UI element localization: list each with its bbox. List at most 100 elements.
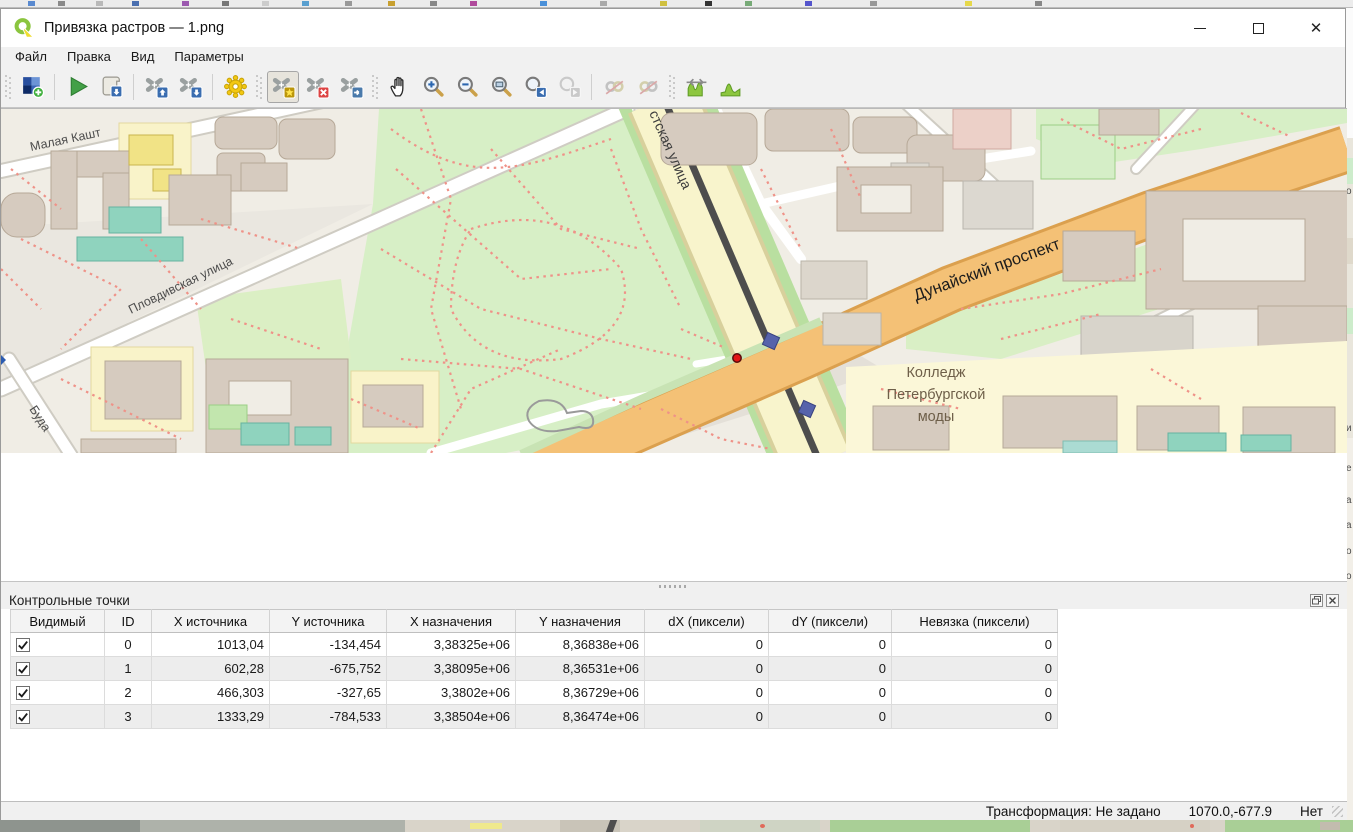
visible-checkbox[interactable] xyxy=(16,638,30,652)
zoom-last-button[interactable] xyxy=(519,71,551,103)
splitter-handle-icon xyxy=(659,585,689,588)
visible-checkbox[interactable] xyxy=(16,686,30,700)
close-icon: ✕ xyxy=(1310,21,1323,36)
column-header[interactable]: dX (пиксели) xyxy=(645,610,769,633)
toolbar-grip[interactable] xyxy=(256,75,262,99)
histogram-stretch-full-icon xyxy=(684,74,709,99)
gcp-cell-dx: 0 xyxy=(645,681,769,705)
move-point-icon xyxy=(339,74,364,99)
status-transformation: Трансформация: Не задано xyxy=(986,804,1161,819)
screen: оие ааоо Привязка растров — 1.png ✕ xyxy=(0,0,1353,832)
column-header[interactable]: X назначения xyxy=(387,610,516,633)
column-header[interactable]: Y источника xyxy=(270,610,387,633)
link-georeferencer-to-qgis-icon xyxy=(602,74,627,99)
maximize-button[interactable] xyxy=(1229,9,1287,47)
gcp-cell-x_src: 1333,29 xyxy=(152,705,270,729)
table-row[interactable]: 1602,28-675,7523,38095e+068,36531e+06000 xyxy=(11,657,1058,681)
table-row[interactable]: 31333,29-784,5333,38504e+068,36474e+0600… xyxy=(11,705,1058,729)
visible-checkbox[interactable] xyxy=(16,710,30,724)
column-header[interactable]: dY (пиксели) xyxy=(769,610,892,633)
histogram-stretch-full-button[interactable] xyxy=(680,71,712,103)
zoom-in-button[interactable] xyxy=(417,71,449,103)
gcp-cell-x_dst: 3,38095e+06 xyxy=(387,657,516,681)
table-row[interactable]: 2466,303-327,653,3802e+068,36729e+06000 xyxy=(11,681,1058,705)
gcp-cell-y_dst: 8,36531e+06 xyxy=(516,657,645,681)
add-point-button[interactable] xyxy=(267,71,299,103)
gcp-cell-dy: 0 xyxy=(769,705,892,729)
column-header[interactable]: Видимый xyxy=(11,610,105,633)
visible-checkbox[interactable] xyxy=(16,662,30,676)
gcp-table[interactable]: ВидимыйIDX источникаY источникаX назначе… xyxy=(10,609,1058,729)
gcp-cell-residual: 0 xyxy=(892,657,1058,681)
zoom-to-layer-icon xyxy=(489,74,514,99)
move-point-button[interactable] xyxy=(335,71,367,103)
load-gcp-points-button[interactable] xyxy=(140,71,172,103)
menu-settings[interactable]: Параметры xyxy=(164,48,253,65)
georeferencer-canvas[interactable]: Малая Кашт Пловдивская улица стская улиц… xyxy=(1,108,1347,581)
visible-cell xyxy=(11,705,105,729)
save-gcp-points-button[interactable] xyxy=(174,71,206,103)
panel-float-button[interactable] xyxy=(1310,594,1323,607)
open-raster-button[interactable] xyxy=(16,71,48,103)
gcp-cell-x_src: 1013,04 xyxy=(152,633,270,657)
delete-point-button[interactable] xyxy=(301,71,333,103)
gcp-cell-id: 2 xyxy=(105,681,152,705)
gcp-cell-id: 3 xyxy=(105,705,152,729)
open-raster-icon xyxy=(20,74,45,99)
toolbar-grip[interactable] xyxy=(372,75,378,99)
gcp-cell-dx: 0 xyxy=(645,705,769,729)
status-coordinates: 1070.0,-677.9 xyxy=(1189,804,1272,819)
gcp-cell-y_dst: 8,36838e+06 xyxy=(516,633,645,657)
pan-button[interactable] xyxy=(383,71,415,103)
transformation-settings-button[interactable] xyxy=(219,71,251,103)
gdal-script-button[interactable] xyxy=(95,71,127,103)
gcp-cell-dx: 0 xyxy=(645,657,769,681)
panel-splitter[interactable] xyxy=(1,581,1347,591)
gcp-cell-x_src: 466,303 xyxy=(152,681,270,705)
column-header[interactable]: Y назначения xyxy=(516,610,645,633)
column-header[interactable]: Невязка (пиксели) xyxy=(892,610,1058,633)
minimize-icon xyxy=(1194,28,1206,29)
svg-text:моды: моды xyxy=(918,409,955,425)
histogram-stretch-local-icon xyxy=(718,74,743,99)
gcp-table-container: ВидимыйIDX источникаY источникаX назначе… xyxy=(1,609,1347,801)
table-row[interactable]: 01013,04-134,4543,38325e+068,36838e+0600… xyxy=(11,633,1058,657)
raster-map-image[interactable]: Малая Кашт Пловдивская улица стская улиц… xyxy=(1,109,1347,453)
gcp-cell-y_src: -784,533 xyxy=(270,705,387,729)
toolbar-grip[interactable] xyxy=(669,75,675,99)
visible-cell xyxy=(11,633,105,657)
statusbar: Трансформация: Не задано 1070.0,-677.9 Н… xyxy=(1,801,1347,820)
gcp-cell-residual: 0 xyxy=(892,633,1058,657)
close-button[interactable]: ✕ xyxy=(1287,9,1345,47)
svg-text:Колледж: Колледж xyxy=(906,365,965,381)
panel-close-button[interactable] xyxy=(1326,594,1339,607)
column-header[interactable]: ID xyxy=(105,610,152,633)
gcp-cell-residual: 0 xyxy=(892,705,1058,729)
start-georeferencing-button[interactable] xyxy=(61,71,93,103)
gcp-panel-titlebar: Контрольные точки xyxy=(1,591,1347,609)
gcp-table-body: 01013,04-134,4543,38325e+068,36838e+0600… xyxy=(11,633,1058,729)
menu-edit[interactable]: Правка xyxy=(57,48,121,65)
resize-grip[interactable] xyxy=(1332,806,1343,817)
zoom-out-button[interactable] xyxy=(451,71,483,103)
gcp-cell-x_dst: 3,3802e+06 xyxy=(387,681,516,705)
load-gcp-points-icon xyxy=(144,74,169,99)
link-georeferencer-to-qgis-button xyxy=(598,71,630,103)
menubar: Файл Правка Вид Параметры xyxy=(1,47,1345,66)
toolbar-grip[interactable] xyxy=(5,75,11,99)
visible-cell xyxy=(11,657,105,681)
gcp-cell-x_src: 602,28 xyxy=(152,657,270,681)
menu-view[interactable]: Вид xyxy=(121,48,165,65)
menu-file[interactable]: Файл xyxy=(5,48,57,65)
gcp-cell-y_dst: 8,36729e+06 xyxy=(516,681,645,705)
gcp-point-marker[interactable] xyxy=(733,354,741,362)
minimize-button[interactable] xyxy=(1171,9,1229,47)
column-header[interactable]: X источника xyxy=(152,610,270,633)
histogram-stretch-local-button[interactable] xyxy=(714,71,746,103)
gcp-table-header-row: ВидимыйIDX источникаY источникаX назначе… xyxy=(11,610,1058,633)
zoom-to-layer-button[interactable] xyxy=(485,71,517,103)
gcp-cell-x_dst: 3,38504e+06 xyxy=(387,705,516,729)
gcp-cell-id: 0 xyxy=(105,633,152,657)
window-title: Привязка растров — 1.png xyxy=(44,20,224,36)
svg-text:Петербургской: Петербургской xyxy=(887,387,986,403)
